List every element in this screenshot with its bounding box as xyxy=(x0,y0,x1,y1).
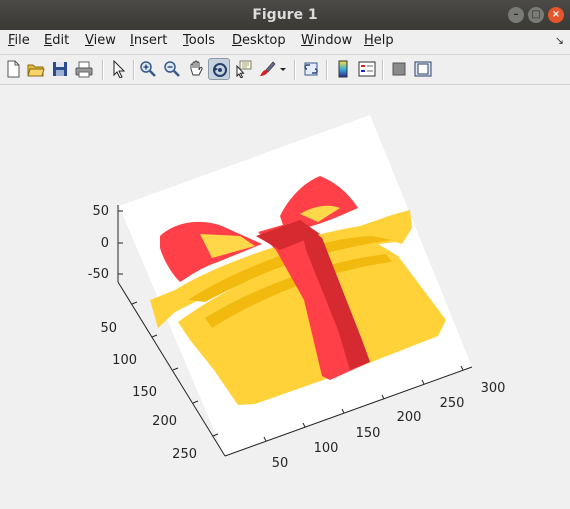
minimize-button[interactable]: – xyxy=(508,7,524,23)
menu-edit-mnemonic: E xyxy=(44,33,53,48)
y-tick-label: 200 xyxy=(152,414,177,429)
x-tick-label: 50 xyxy=(272,456,289,471)
x-tick-label: 100 xyxy=(314,441,339,456)
figure-canvas[interactable]: 50 0 -50 50 100 150 200 250 50 100 150 2… xyxy=(0,85,570,505)
figure-toolbar xyxy=(0,55,570,85)
new-figure-icon[interactable] xyxy=(2,58,24,80)
z-tick-labels: 50 0 -50 xyxy=(88,204,109,282)
zoom-in-icon[interactable] xyxy=(137,58,159,80)
link-plot-icon[interactable] xyxy=(300,58,322,80)
toolbar-separator xyxy=(294,60,296,80)
menu-help[interactable]: Help xyxy=(364,33,394,48)
menu-desktop-mnemonic: D xyxy=(232,33,243,48)
menu-bar: File Edit View Insert Tools Desktop Wind… xyxy=(0,30,570,55)
menu-edit[interactable]: Edit xyxy=(44,33,69,48)
z-tick-label: 50 xyxy=(92,204,109,219)
window-title: Figure 1 xyxy=(252,7,318,23)
y-tick-mark xyxy=(172,367,179,371)
y-tick-mark xyxy=(192,400,199,404)
menu-desktop[interactable]: Desktop xyxy=(232,33,286,48)
menu-help-mnemonic: H xyxy=(364,33,374,48)
x-tick-label: 250 xyxy=(440,396,465,411)
dock-figure-icon[interactable]: ↘ xyxy=(555,34,564,47)
z-tick-label: -50 xyxy=(88,267,109,282)
toolbar-separator xyxy=(326,60,328,80)
figure-window: Figure 1 – □ × File Edit View Insert Too… xyxy=(0,0,570,505)
rotate-3d-icon[interactable] xyxy=(208,58,230,80)
menu-window[interactable]: Window xyxy=(301,33,352,48)
pan-hand-icon[interactable] xyxy=(185,58,207,80)
menu-insert[interactable]: Insert xyxy=(130,33,167,48)
axes-3d[interactable]: 50 0 -50 50 100 150 200 250 50 100 150 2… xyxy=(0,85,570,505)
data-cursor-icon[interactable] xyxy=(232,58,254,80)
y-tick-mark xyxy=(151,334,158,338)
menu-window-mnemonic: W xyxy=(301,33,314,48)
y-tick-label: 50 xyxy=(100,321,117,336)
menu-help-label: elp xyxy=(373,33,394,48)
menu-tools-label: ools xyxy=(188,33,216,48)
menu-desktop-label: esktop xyxy=(242,33,286,48)
y-tick-label: 250 xyxy=(172,447,197,462)
y-tick-mark xyxy=(131,301,138,305)
close-button[interactable]: × xyxy=(548,7,564,23)
print-icon[interactable] xyxy=(73,58,95,80)
menu-insert-label: nsert xyxy=(133,33,168,48)
y-tick-label: 100 xyxy=(112,353,137,368)
title-bar[interactable]: Figure 1 – □ × xyxy=(0,0,570,30)
toolbar-separator xyxy=(133,60,135,80)
menu-file[interactable]: File xyxy=(8,33,30,48)
menu-edit-label: dit xyxy=(52,33,70,48)
legend-icon[interactable] xyxy=(356,58,378,80)
menu-view-mnemonic: V xyxy=(85,33,94,48)
z-tick-label: 0 xyxy=(101,236,109,251)
hide-plot-tools-icon[interactable] xyxy=(388,58,410,80)
y-tick-label: 150 xyxy=(132,385,157,400)
brush-icon[interactable] xyxy=(256,58,278,80)
menu-view-label: iew xyxy=(93,33,116,48)
menu-view[interactable]: View xyxy=(85,33,116,48)
menu-file-label: ile xyxy=(14,33,30,48)
zoom-out-icon[interactable] xyxy=(161,58,183,80)
colorbar-icon[interactable] xyxy=(332,58,354,80)
x-tick-label: 150 xyxy=(356,426,381,441)
toolbar-separator xyxy=(382,60,384,80)
save-icon[interactable] xyxy=(49,58,71,80)
menu-tools[interactable]: Tools xyxy=(183,33,215,48)
x-tick-label: 300 xyxy=(481,381,506,396)
open-file-icon[interactable] xyxy=(25,58,47,80)
menu-window-label: indow xyxy=(313,33,353,48)
x-tick-label: 200 xyxy=(397,410,422,425)
maximize-button[interactable]: □ xyxy=(528,7,544,23)
show-plot-tools-icon[interactable] xyxy=(412,58,434,80)
edit-plot-arrow-icon[interactable] xyxy=(107,58,129,80)
toolbar-separator xyxy=(102,60,104,80)
brush-dropdown-icon[interactable] xyxy=(276,58,288,80)
